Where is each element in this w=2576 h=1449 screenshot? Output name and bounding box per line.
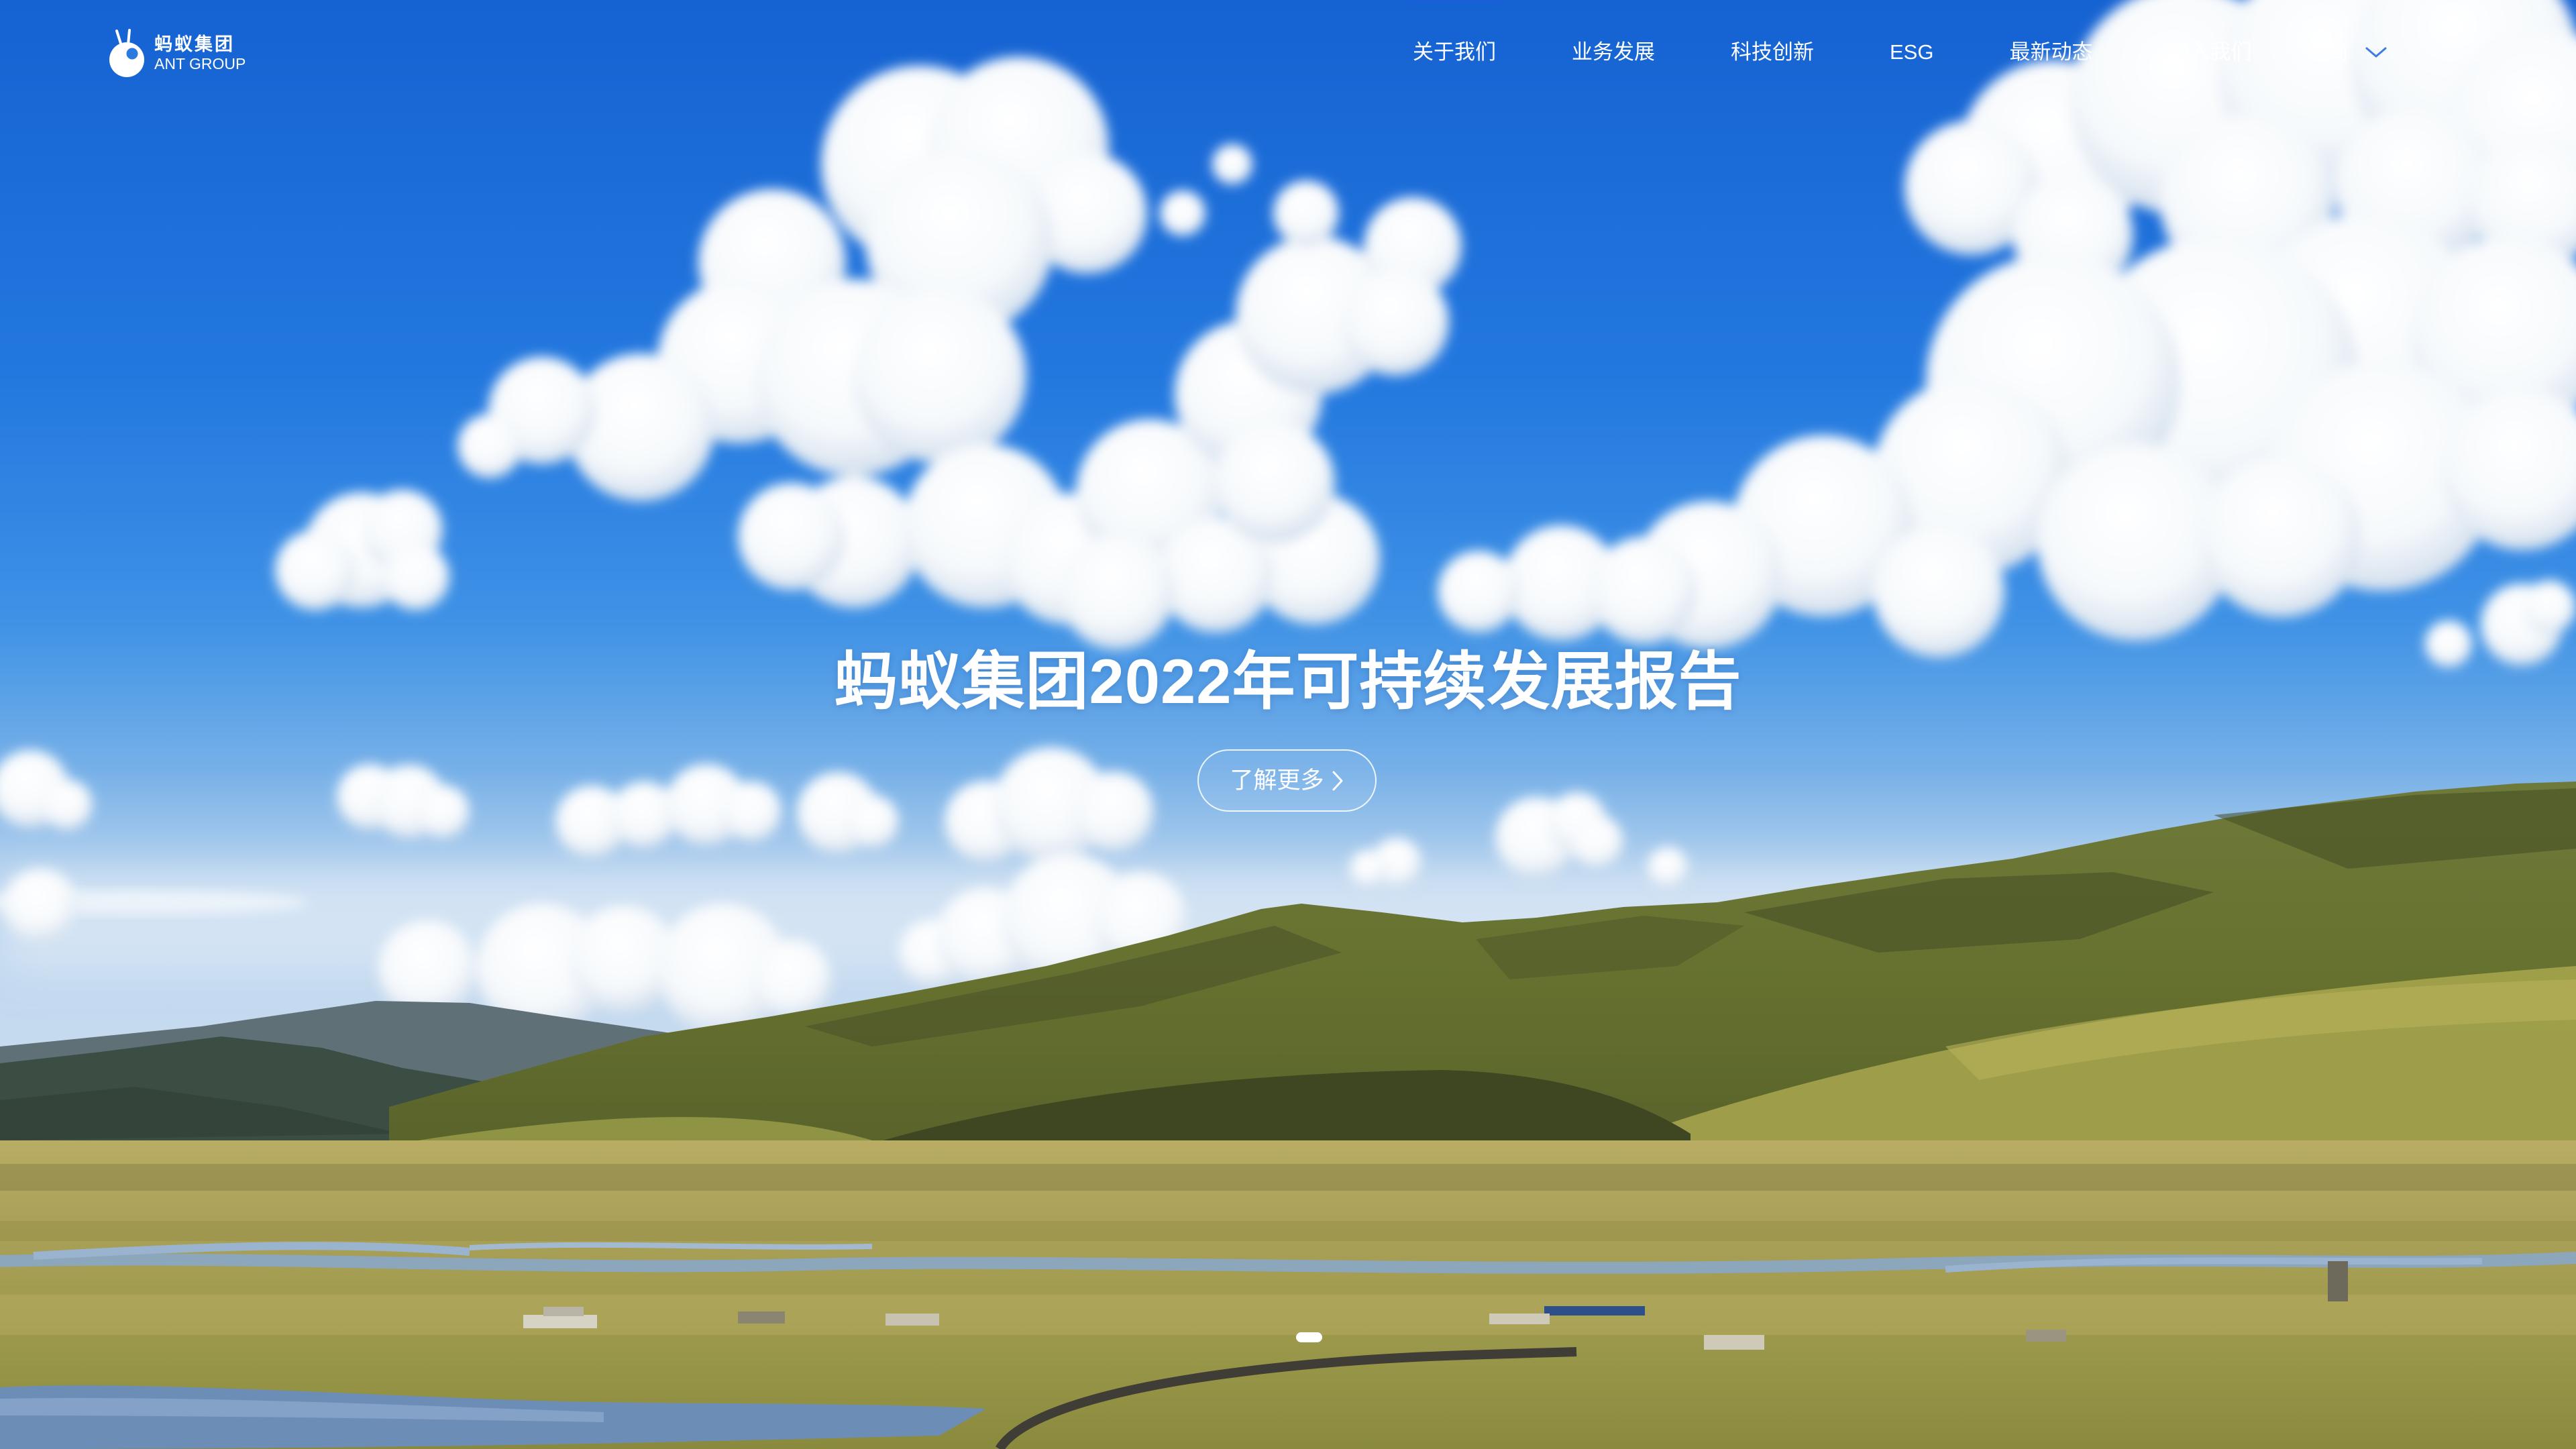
nav-item-business[interactable]: 业务发展: [1572, 39, 1655, 66]
nav-active-indicator: [1413, 0, 1498, 3]
nav-item-technology[interactable]: 科技创新: [1731, 39, 1814, 66]
chevron-down-icon: [2365, 46, 2387, 58]
ant-group-logo-icon: [109, 28, 145, 78]
site-header: 蚂蚁集团 ANT GROUP 关于我们 业务发展 科技创新 ESG 最新动态 加…: [0, 0, 2576, 107]
hero-background-landscape: [0, 0, 2576, 1449]
language-selector[interactable]: 简: [2327, 39, 2387, 66]
logo-name-cn: 蚂蚁集团: [154, 34, 235, 54]
language-label: 简: [2327, 40, 2349, 64]
nav-item-careers[interactable]: 加入我们: [2168, 39, 2251, 66]
hero-title: 蚂蚁集团2022年可持续发展报告: [834, 646, 1742, 716]
nav-item-news[interactable]: 最新动态: [2009, 39, 2092, 66]
carousel-indicator-dot[interactable]: [1296, 1332, 1322, 1342]
chevron-right-icon: [1331, 770, 1344, 792]
nav-item-about-us[interactable]: 关于我们: [1413, 39, 1496, 66]
logo-name-en: ANT GROUP: [154, 55, 246, 72]
ant-group-logo[interactable]: 蚂蚁集团 ANT GROUP: [109, 28, 246, 78]
learn-more-button[interactable]: 了解更多: [1197, 749, 1377, 812]
nav-item-esg[interactable]: ESG: [1890, 39, 1933, 66]
logo-text: 蚂蚁集团 ANT GROUP: [154, 34, 246, 72]
learn-more-label: 了解更多: [1230, 767, 1324, 794]
main-nav: 关于我们 业务发展 科技创新 ESG 最新动态 加入我们 简: [1413, 39, 2387, 66]
